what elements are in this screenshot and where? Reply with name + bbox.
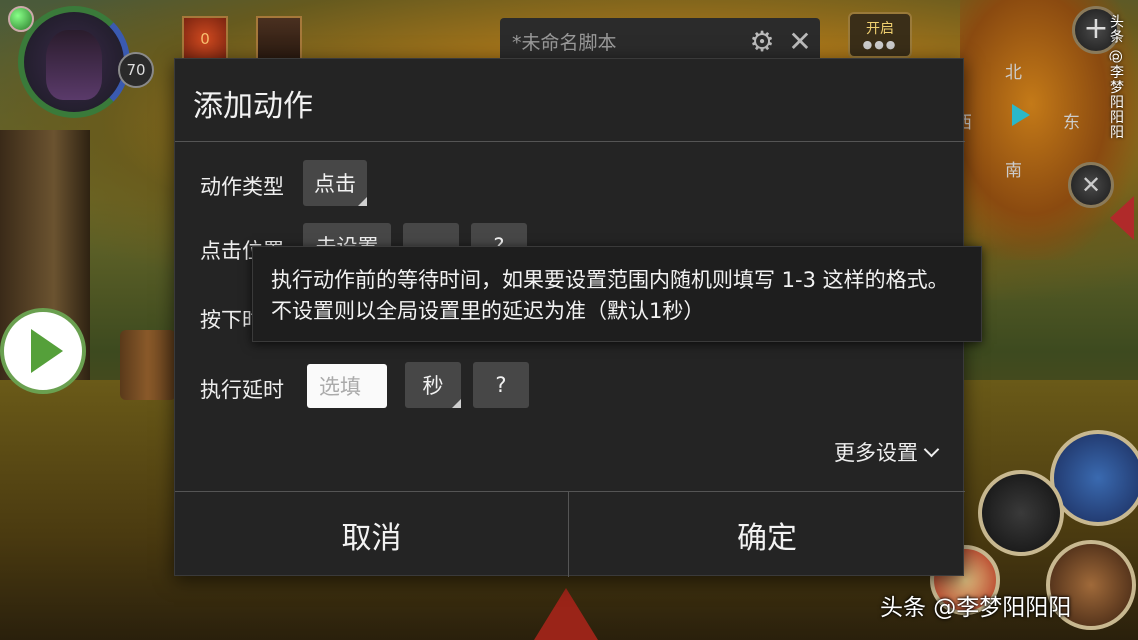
script-name[interactable]: *未命名脚本: [512, 28, 744, 55]
buff-slot[interactable]: 0: [182, 16, 228, 62]
crossed-swords-icon[interactable]: ✕: [1068, 162, 1114, 208]
compass-east: 东: [1063, 113, 1080, 133]
gear-icon[interactable]: ⚙: [744, 23, 780, 59]
avatar-portrait: [46, 30, 102, 100]
background-barrel: [120, 330, 176, 400]
compass-arrow-icon: [1012, 104, 1030, 126]
watermark: 头条 @李梦阳阳阳: [880, 595, 1072, 621]
skill-button-hammer[interactable]: [978, 470, 1064, 556]
chevron-down-icon: [923, 441, 940, 457]
delay-input[interactable]: 选填: [307, 364, 387, 408]
dialog-title: 添加动作: [193, 89, 313, 124]
compass-south: 南: [1005, 161, 1022, 181]
close-icon[interactable]: ✕: [780, 23, 820, 59]
level-badge: 70: [118, 52, 154, 88]
player-avatar[interactable]: [18, 6, 130, 118]
play-button[interactable]: [0, 308, 86, 394]
delay-help-button[interactable]: ?: [473, 362, 529, 408]
vertical-watermark: 头条 @李梦阳阳阳: [1108, 14, 1124, 140]
action-type-select[interactable]: 点击: [303, 160, 367, 206]
delay-label: 执行延时: [200, 378, 284, 402]
action-type-label: 动作类型: [200, 175, 284, 199]
side-arrow-icon[interactable]: [1110, 196, 1134, 240]
delay-help-tooltip: 执行动作前的等待时间，如果要设置范围内随机则填写 1-3 这样的格式。不设置则以…: [252, 246, 982, 342]
gem-icon: [8, 6, 34, 32]
bottom-triangle-icon: [534, 588, 598, 640]
start-dots: ●●●: [862, 38, 898, 51]
cancel-button[interactable]: 取消: [175, 492, 569, 577]
delay-unit-select[interactable]: 秒: [405, 362, 461, 408]
item-slot[interactable]: [256, 16, 302, 62]
title-divider: [175, 141, 965, 142]
play-icon: [31, 329, 63, 373]
confirm-button[interactable]: 确定: [570, 492, 964, 577]
start-button[interactable]: 开启 ●●●: [848, 12, 912, 58]
start-label: 开启: [866, 21, 894, 37]
more-settings-label: 更多设置: [834, 441, 918, 465]
more-settings-toggle[interactable]: 更多设置: [834, 437, 940, 467]
compass-north: 北: [1005, 63, 1022, 83]
